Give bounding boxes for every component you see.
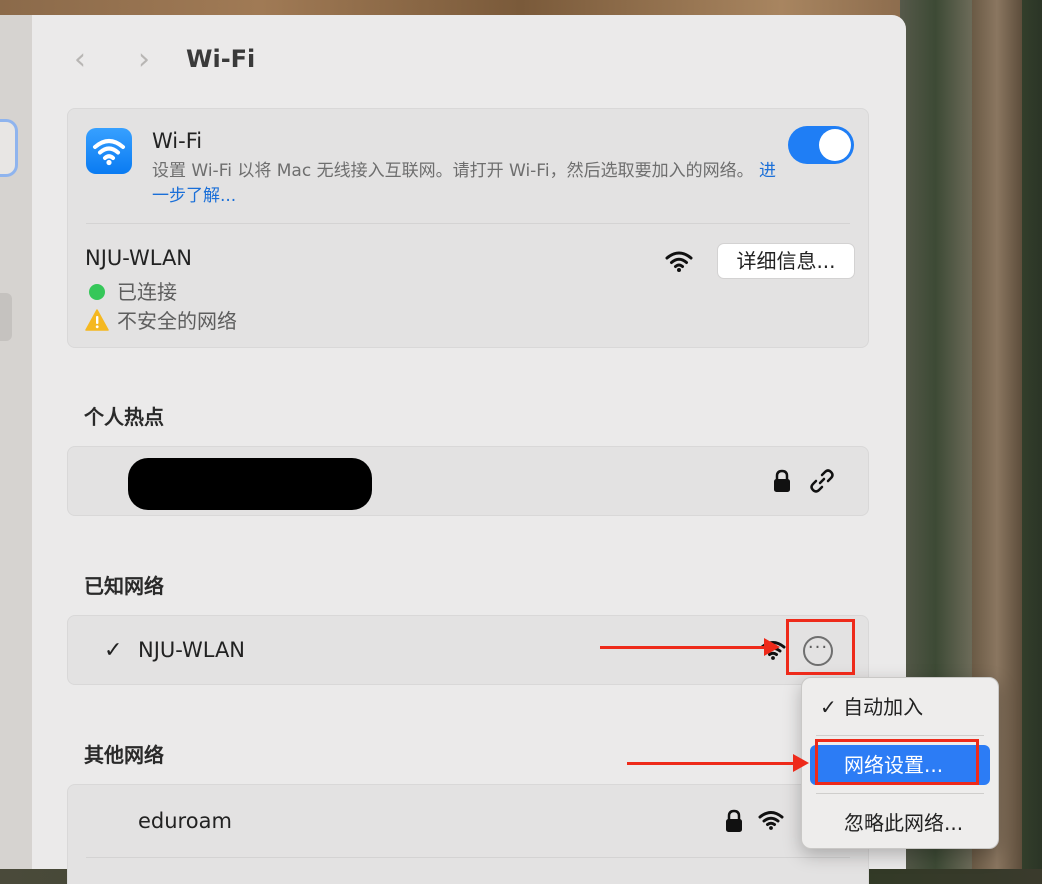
- connection-status-text: 已连接: [117, 280, 177, 304]
- wifi-description: 设置 Wi-Fi 以将 Mac 无线接入互联网。请打开 Wi-Fi，然后选取要加…: [152, 159, 792, 209]
- menu-item-forget-network[interactable]: 忽略此网络...: [810, 803, 990, 843]
- security-warning: 不安全的网络: [85, 305, 237, 334]
- other-network-row[interactable]: eduroam: [67, 784, 869, 884]
- wifi-description-text: 设置 Wi-Fi 以将 Mac 无线接入互联网。请打开 Wi-Fi，然后选取要加…: [152, 161, 754, 181]
- other-section-label: 其他网络: [84, 743, 164, 767]
- checkmark-icon: ✓: [104, 638, 123, 663]
- wifi-toggle[interactable]: [788, 126, 854, 164]
- menu-item-auto-join[interactable]: ✓ 自动加入: [810, 687, 990, 727]
- redacted-hotspot-name: [128, 458, 372, 510]
- sidebar-selected-item[interactable]: [0, 119, 18, 177]
- connected-dot-icon: [89, 284, 105, 300]
- hotspot-card[interactable]: [67, 446, 869, 516]
- lock-icon: [774, 469, 790, 492]
- wifi-card: Wi-Fi 设置 Wi-Fi 以将 Mac 无线接入互联网。请打开 Wi-Fi，…: [67, 108, 869, 348]
- connected-network-name: NJU-WLAN: [85, 246, 193, 270]
- annotation-box-more-button: [786, 619, 855, 675]
- known-network-row[interactable]: ✓ NJU-WLAN ···: [67, 615, 869, 685]
- wifi-signal-icon: [758, 811, 784, 830]
- menu-separator: [816, 735, 984, 736]
- divider: [86, 223, 850, 224]
- security-warning-text: 不安全的网络: [117, 309, 237, 333]
- other-network-name: eduroam: [138, 809, 232, 833]
- back-button[interactable]: ‹: [66, 45, 94, 77]
- forward-button[interactable]: ›: [130, 45, 158, 77]
- details-button[interactable]: 详细信息...: [717, 243, 855, 279]
- lock-icon: [726, 809, 742, 832]
- sidebar-item[interactable]: [0, 293, 12, 341]
- page-title: Wi-Fi: [186, 45, 256, 73]
- annotation-box-network-settings: [815, 739, 979, 785]
- settings-window: ‹ › Wi-Fi Wi-Fi 设置 Wi-Fi 以将 Mac 无线接入互联网。…: [32, 15, 906, 884]
- annotation-arrow-more-button: [600, 638, 780, 656]
- known-section-label: 已知网络: [84, 574, 164, 598]
- toggle-knob: [819, 129, 851, 161]
- known-network-name: NJU-WLAN: [138, 638, 246, 662]
- hotspot-section-label: 个人热点: [84, 405, 164, 429]
- wifi-app-icon: [86, 128, 132, 174]
- divider: [86, 857, 850, 858]
- annotation-arrow-network-settings: [627, 754, 809, 772]
- wifi-title: Wi-Fi: [152, 129, 203, 153]
- link-icon: [810, 469, 834, 493]
- connection-status: 已连接: [85, 276, 177, 305]
- sidebar: [0, 15, 32, 869]
- wifi-signal-icon: [665, 251, 693, 272]
- menu-separator: [816, 793, 984, 794]
- warning-icon: [85, 309, 109, 331]
